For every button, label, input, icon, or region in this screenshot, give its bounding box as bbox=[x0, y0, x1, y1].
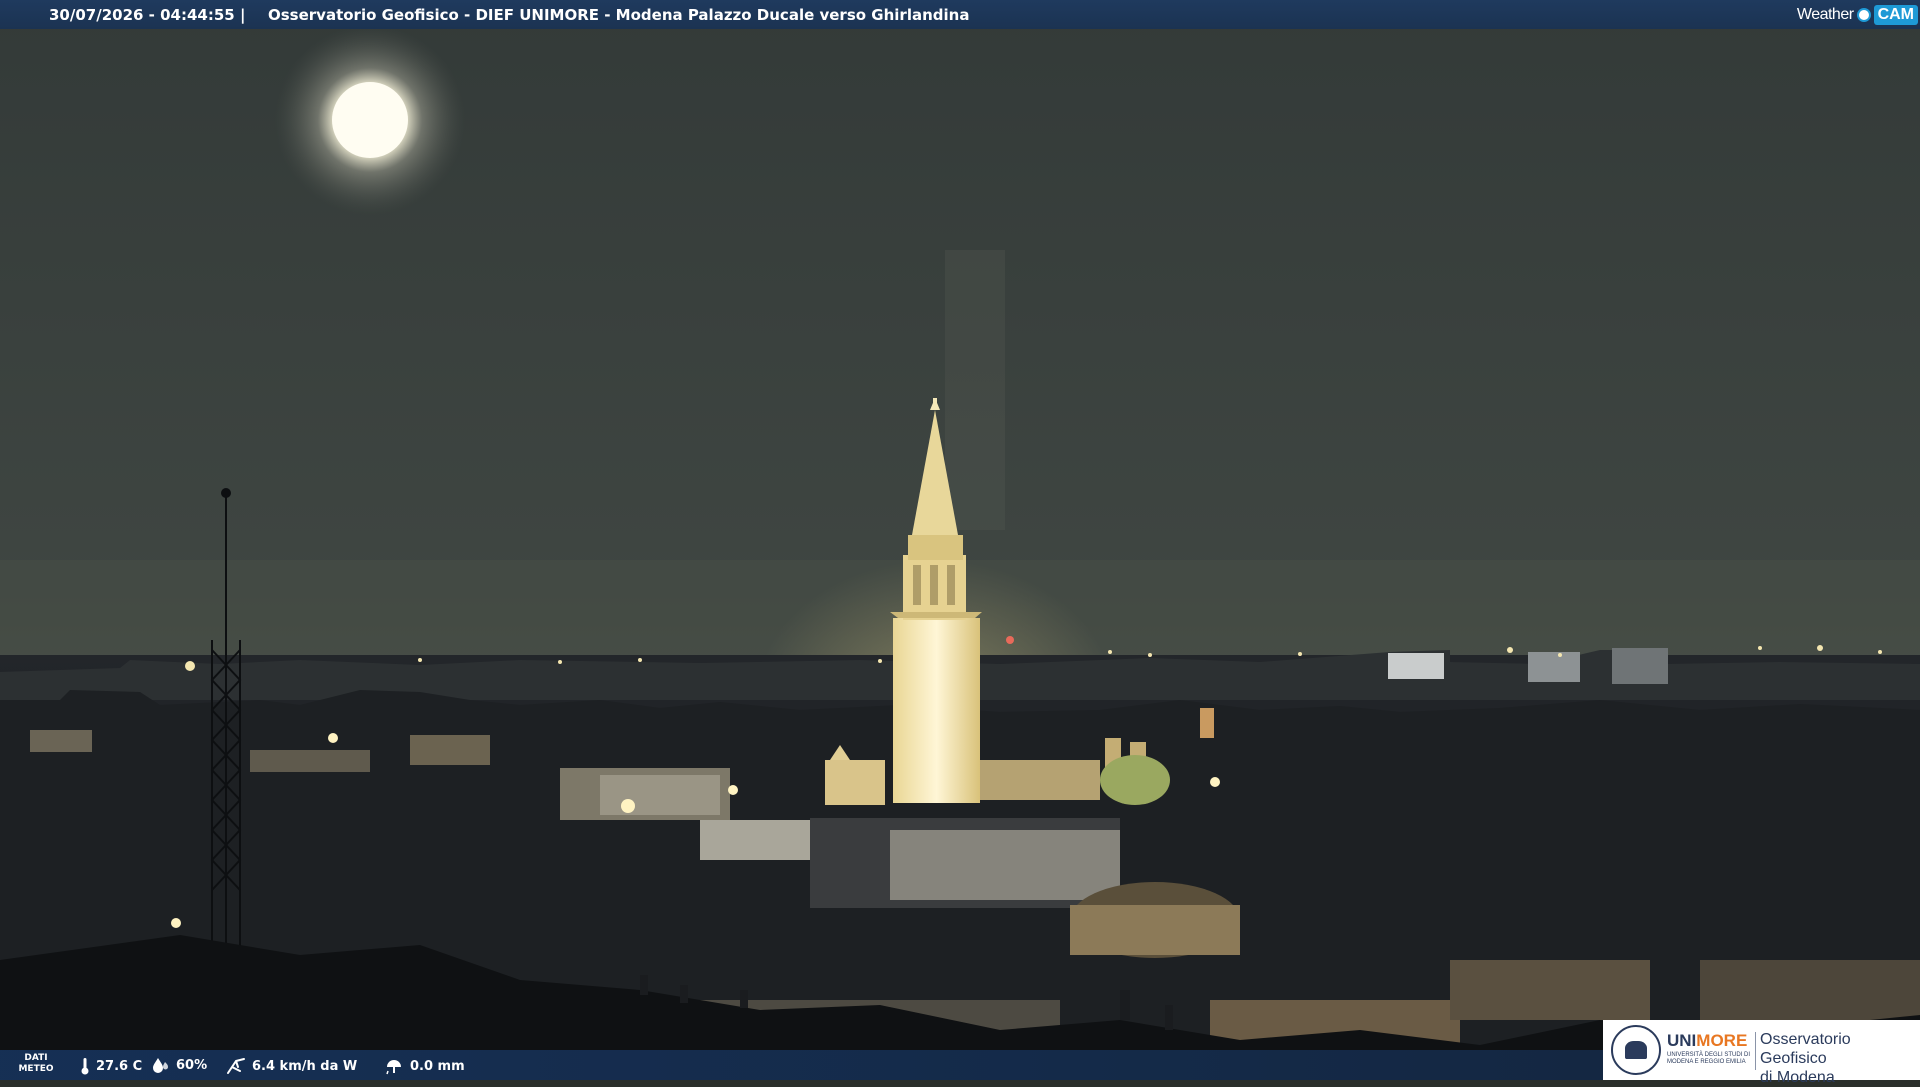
weather-label-line1: DATI bbox=[24, 1053, 48, 1063]
caption-bar: 30/07/2026 - 04:44:55 | Osservatorio Geo… bbox=[0, 0, 1920, 29]
webcam-photo bbox=[0, 0, 1920, 1080]
unimore-uni: UNI bbox=[1667, 1031, 1697, 1050]
timestamp: 30/07/2026 - 04:44:55 bbox=[49, 6, 235, 24]
rain-reading: 0.0 mm bbox=[384, 1057, 465, 1075]
weather-label-line2: METEO bbox=[18, 1064, 54, 1074]
temperature-value: 27.6 C bbox=[96, 1058, 143, 1074]
humidity-reading: 60% bbox=[152, 1057, 207, 1073]
wind-reading: 6.4 km/h da W bbox=[226, 1057, 357, 1075]
university-seal-icon bbox=[1611, 1025, 1661, 1075]
weather-data-label: DATI METEO bbox=[14, 1053, 58, 1075]
unimore-more: MORE bbox=[1696, 1031, 1748, 1050]
rain-value: 0.0 mm bbox=[410, 1058, 465, 1074]
rain-gauge-icon bbox=[386, 1060, 401, 1075]
weathercam-logo-cam: CAM bbox=[1873, 4, 1918, 25]
humidity-value: 60% bbox=[176, 1057, 208, 1073]
logo-divider bbox=[1755, 1032, 1756, 1070]
thermometer-icon bbox=[81, 1058, 89, 1075]
weathercam-dot-icon bbox=[1856, 7, 1871, 22]
wind-value: 6.4 km/h da W bbox=[252, 1058, 358, 1074]
temperature-reading: 27.6 C bbox=[80, 1057, 142, 1075]
unimore-subtitle: UNIVERSITÀ DEGLI STUDI DI MODENA E REGGI… bbox=[1667, 1052, 1751, 1065]
wind-icon bbox=[227, 1058, 245, 1074]
observatory-line2: di Modena bbox=[1760, 1069, 1835, 1086]
unimore-logo-box: UNIMORE UNIVERSITÀ DEGLI STUDI DI MODENA… bbox=[1603, 1020, 1920, 1086]
camera-title: Osservatorio Geofisico - DIEF UNIMORE - … bbox=[268, 6, 970, 24]
observatory-line1: Osservatorio Geofisico bbox=[1760, 1031, 1851, 1067]
observatory-name: Osservatorio Geofisico di Modena bbox=[1760, 1030, 1920, 1087]
weathercam-logo-weather: Weather bbox=[1796, 5, 1854, 23]
weathercam-logo: Weather CAM bbox=[1797, 2, 1918, 27]
unimore-wordmark: UNIMORE bbox=[1667, 1031, 1747, 1051]
humidity-drop-icon bbox=[153, 1058, 168, 1073]
caption-separator: | bbox=[240, 6, 246, 24]
